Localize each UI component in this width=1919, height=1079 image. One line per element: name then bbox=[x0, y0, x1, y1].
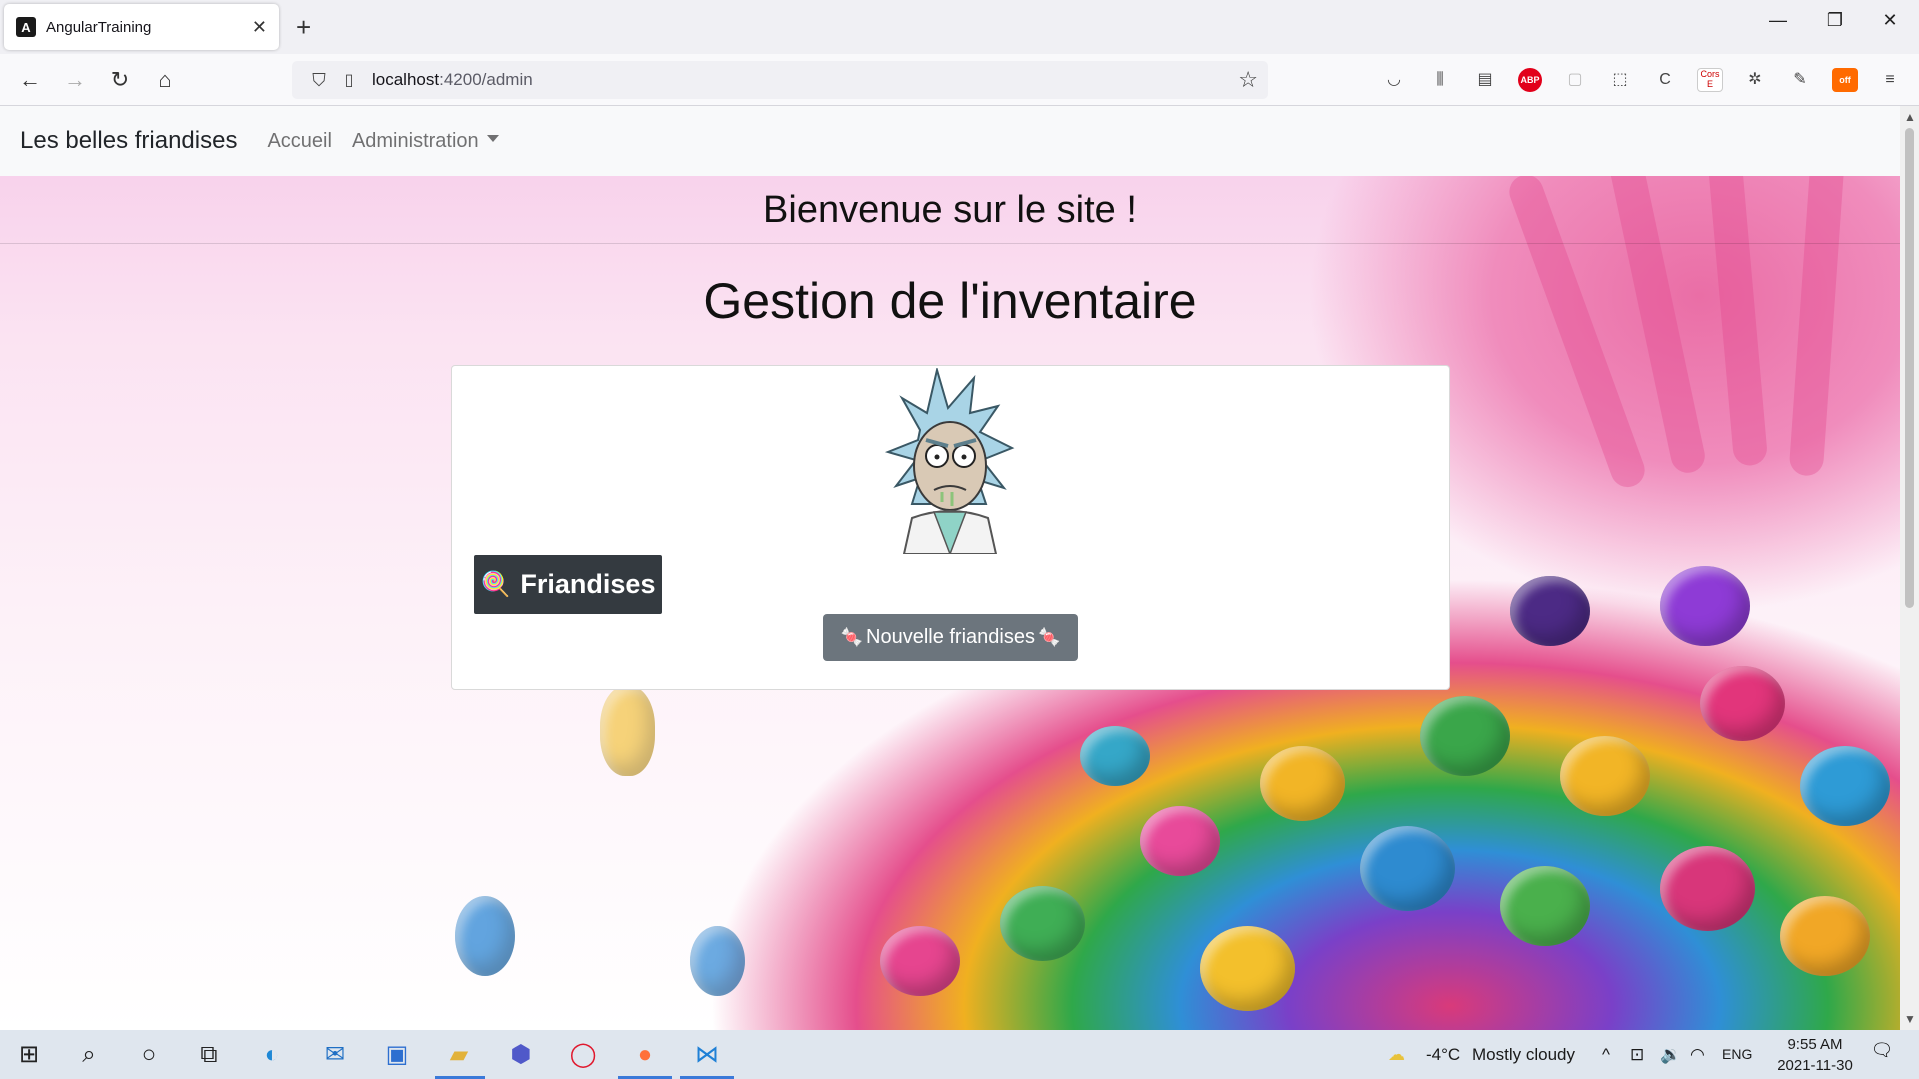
browser-tab[interactable]: A AngularTraining ✕ bbox=[4, 4, 279, 50]
candy bbox=[690, 926, 745, 996]
wifi-icon[interactable]: ◠ bbox=[1690, 1030, 1705, 1079]
scroll-down-arrow-icon[interactable]: ▼ bbox=[1904, 1012, 1916, 1026]
restore-button[interactable]: ❐ bbox=[1815, 10, 1855, 31]
mail-icon[interactable]: ✉ bbox=[318, 1038, 352, 1072]
library-icon[interactable]: ⫼ bbox=[1427, 68, 1453, 92]
new-friandise-button-label: Nouvelle friandises bbox=[866, 626, 1035, 648]
opera-icon[interactable]: ◯ bbox=[566, 1038, 600, 1072]
pocket-icon[interactable]: ◡ bbox=[1381, 68, 1407, 92]
forward-arrow-icon[interactable]: → bbox=[60, 66, 90, 94]
close-window-button[interactable]: ✕ bbox=[1870, 10, 1910, 31]
windows-start-icon[interactable]: ⊞ bbox=[12, 1038, 46, 1072]
candy bbox=[1260, 746, 1345, 821]
candy bbox=[1200, 926, 1295, 1011]
store-icon[interactable]: ▣ bbox=[380, 1038, 414, 1072]
candy bbox=[1420, 696, 1510, 776]
caret-down-icon bbox=[486, 134, 499, 142]
url-host: localhost bbox=[372, 70, 440, 89]
candy bbox=[1700, 666, 1785, 741]
bookmark-star-icon[interactable]: ☆ bbox=[1238, 67, 1258, 93]
off-extension-icon[interactable]: off bbox=[1832, 68, 1858, 92]
file-explorer-icon[interactable]: ▰ bbox=[442, 1038, 476, 1072]
home-icon[interactable]: ⌂ bbox=[150, 66, 180, 94]
extension-icon[interactable]: C bbox=[1652, 68, 1678, 92]
clock-date: 2021-11-30 bbox=[1777, 1057, 1853, 1074]
nav-dropdown-label: Administration bbox=[351, 129, 479, 152]
candy bbox=[1560, 736, 1650, 816]
windows-taskbar: ⊞ ⌕ ○ ⧉ ◐ ✉ ▣ ▰ ⬢ ◯ ● ⋈ ☁ -4°C Mostly cl… bbox=[0, 1030, 1919, 1079]
reload-icon[interactable]: ↻ bbox=[105, 66, 135, 94]
search-icon[interactable]: ⌕ bbox=[72, 1038, 106, 1072]
rick-avatar-image bbox=[884, 368, 1015, 554]
system-clock[interactable]: 9:55 AM 2021-11-30 bbox=[1765, 1034, 1865, 1076]
tab-title: AngularTraining bbox=[46, 18, 152, 36]
network-device-icon[interactable]: ⊡ bbox=[1630, 1030, 1644, 1079]
cortana-icon[interactable]: ○ bbox=[132, 1038, 166, 1072]
candy bbox=[1780, 896, 1870, 976]
candy-cane-icon: 🍭 bbox=[480, 571, 511, 598]
chevron-up-icon[interactable]: ^ bbox=[1602, 1030, 1610, 1079]
address-bar[interactable]: ⛉ ▯ localhost :4200/admin ☆ bbox=[292, 61, 1268, 99]
inventory-card: 🍭 Friandises 🍬 Nouvelle friandises 🍬 bbox=[451, 365, 1450, 690]
weather-cloud-icon[interactable]: ☁ bbox=[1388, 1030, 1405, 1079]
scroll-up-arrow-icon[interactable]: ▲ bbox=[1904, 110, 1916, 124]
candy bbox=[1080, 726, 1150, 786]
friandises-button-label: Friandises bbox=[520, 569, 656, 599]
candy bbox=[1660, 566, 1750, 646]
welcome-banner: Bienvenue sur le site ! bbox=[0, 176, 1900, 244]
extension-icon[interactable]: ⬚ bbox=[1607, 68, 1633, 92]
edge-browser-icon[interactable]: ◐ bbox=[255, 1038, 289, 1072]
shield-icon[interactable]: ⛉ bbox=[304, 70, 334, 91]
language-indicator[interactable]: ENG bbox=[1722, 1030, 1752, 1079]
candy bbox=[1510, 576, 1590, 646]
new-friandise-button[interactable]: 🍬 Nouvelle friandises 🍬 bbox=[823, 614, 1078, 661]
eyedropper-icon[interactable]: ✎ bbox=[1787, 68, 1813, 92]
menu-icon[interactable]: ≡ bbox=[1877, 68, 1903, 92]
adblock-extension-icon[interactable]: ABP bbox=[1518, 68, 1542, 92]
page-icon[interactable]: ▯ bbox=[334, 70, 364, 90]
page-scrollbar[interactable]: ▲ ▼ bbox=[1900, 106, 1919, 1030]
weather-temperature[interactable]: -4°C bbox=[1426, 1030, 1460, 1079]
close-tab-icon[interactable]: ✕ bbox=[252, 17, 267, 38]
bug-extension-icon[interactable]: ✲ bbox=[1742, 68, 1768, 92]
minimize-button[interactable]: — bbox=[1758, 10, 1798, 31]
candy bbox=[455, 896, 515, 976]
candy bbox=[880, 926, 960, 996]
teams-icon[interactable]: ⬢ bbox=[504, 1038, 538, 1072]
browser-toolbar: ← → ↻ ⌂ ⛉ ▯ localhost :4200/admin ☆ ◡ ⫼ … bbox=[0, 54, 1919, 106]
candy bbox=[1500, 866, 1590, 946]
candy bbox=[1140, 806, 1220, 876]
url-path: :4200/admin bbox=[439, 70, 533, 89]
cors-extension-icon[interactable]: Cors E bbox=[1697, 68, 1723, 92]
candy bbox=[600, 686, 655, 776]
candy-icon: 🍬 bbox=[1037, 627, 1061, 647]
page-title: Gestion de l'inventaire bbox=[703, 273, 1197, 329]
nav-dropdown-administration[interactable]: Administration bbox=[352, 130, 499, 153]
back-arrow-icon[interactable]: ← bbox=[15, 66, 45, 94]
nav-link-accueil[interactable]: Accueil bbox=[267, 130, 331, 153]
volume-icon[interactable]: 🔉 bbox=[1660, 1030, 1681, 1079]
site-navbar: Les belles friandises Accueil Administra… bbox=[0, 106, 1900, 176]
site-brand[interactable]: Les belles friandises bbox=[20, 127, 237, 155]
new-tab-button[interactable]: + bbox=[296, 12, 311, 42]
candy bbox=[1360, 826, 1455, 911]
weather-description[interactable]: Mostly cloudy bbox=[1472, 1030, 1575, 1079]
task-view-icon[interactable]: ⧉ bbox=[192, 1038, 226, 1072]
candy bbox=[1660, 846, 1755, 931]
browser-tab-bar: A AngularTraining ✕ + — ❐ ✕ bbox=[0, 0, 1919, 54]
candy bbox=[1800, 746, 1890, 826]
sidebar-icon[interactable]: ▤ bbox=[1472, 68, 1498, 92]
vscode-icon[interactable]: ⋈ bbox=[690, 1038, 724, 1072]
notification-center-icon[interactable]: 🗨 bbox=[1868, 1040, 1896, 1068]
scroll-thumb[interactable] bbox=[1905, 128, 1914, 608]
candy bbox=[1000, 886, 1085, 961]
firefox-icon[interactable]: ● bbox=[628, 1038, 662, 1072]
clock-time: 9:55 AM bbox=[1787, 1036, 1843, 1053]
angular-favicon-icon: A bbox=[16, 17, 36, 37]
page-viewport: Les belles friandises Accueil Administra… bbox=[0, 106, 1900, 1030]
friandises-button[interactable]: 🍭 Friandises bbox=[474, 555, 662, 614]
extension-icon[interactable]: ▢ bbox=[1562, 68, 1588, 92]
candy-icon: 🍬 bbox=[840, 627, 863, 647]
